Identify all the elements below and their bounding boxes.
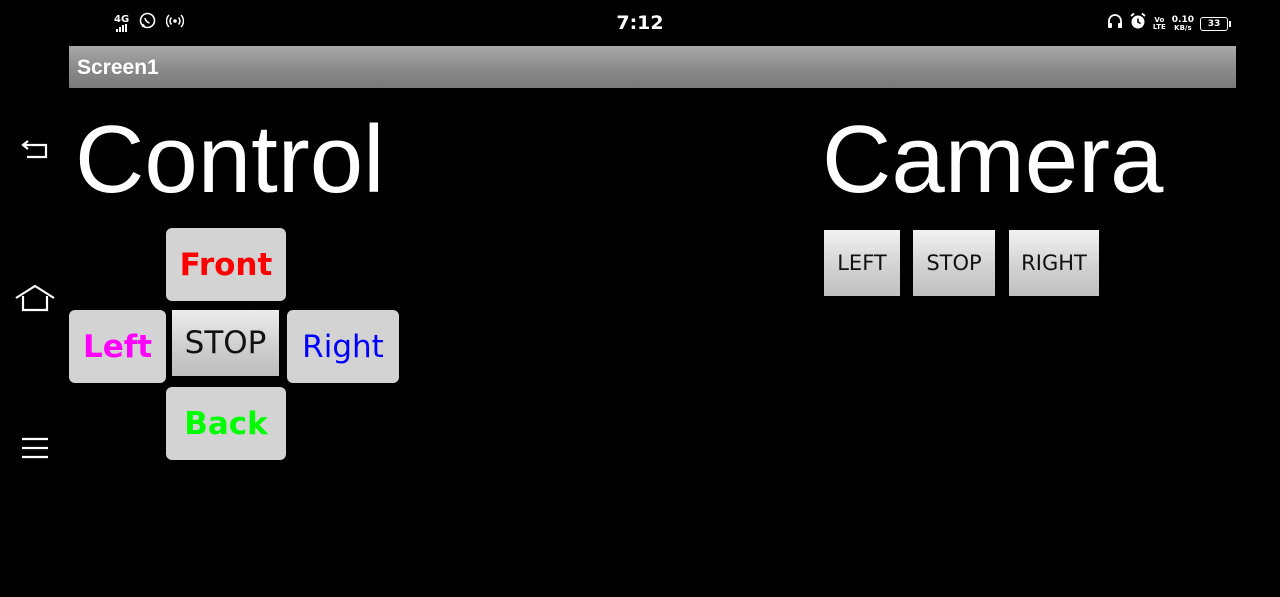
headphones-icon [1107,13,1123,34]
battery-icon: 33 [1200,16,1231,31]
alarm-icon [1129,12,1147,35]
camera-heading: Camera [822,106,1164,213]
network-speed: 0.10 KB/s [1171,14,1194,32]
stop-button[interactable]: STOP [172,310,279,376]
control-heading: Control [75,106,385,213]
clock: 7:12 [616,12,664,34]
app-screen: 4G 7:12 Vo LTE 0.10 KB/s 33 Screen1 Cont… [0,0,1280,597]
back-button[interactable]: Back [166,387,286,460]
camera-left-button[interactable]: LEFT [824,230,900,296]
status-right-icons: Vo LTE 0.10 KB/s 33 [1107,12,1231,35]
volte-indicator: Vo LTE [1152,15,1166,31]
front-button[interactable]: Front [166,228,286,301]
camera-stop-button[interactable]: STOP [913,230,995,296]
home-icon [15,284,55,312]
home-nav-button[interactable] [14,280,56,316]
left-button[interactable]: Left [69,310,166,383]
title-bar: Screen1 [69,46,1236,88]
camera-right-button[interactable]: RIGHT [1009,230,1099,296]
screen-title: Screen1 [77,56,159,79]
menu-nav-button[interactable] [14,430,56,466]
back-arrow-icon [21,140,48,159]
status-bar: 4G 7:12 Vo LTE 0.10 KB/s 33 [0,0,1280,46]
menu-icon [22,437,48,459]
back-nav-button[interactable] [14,131,56,167]
right-button[interactable]: Right [287,310,399,383]
